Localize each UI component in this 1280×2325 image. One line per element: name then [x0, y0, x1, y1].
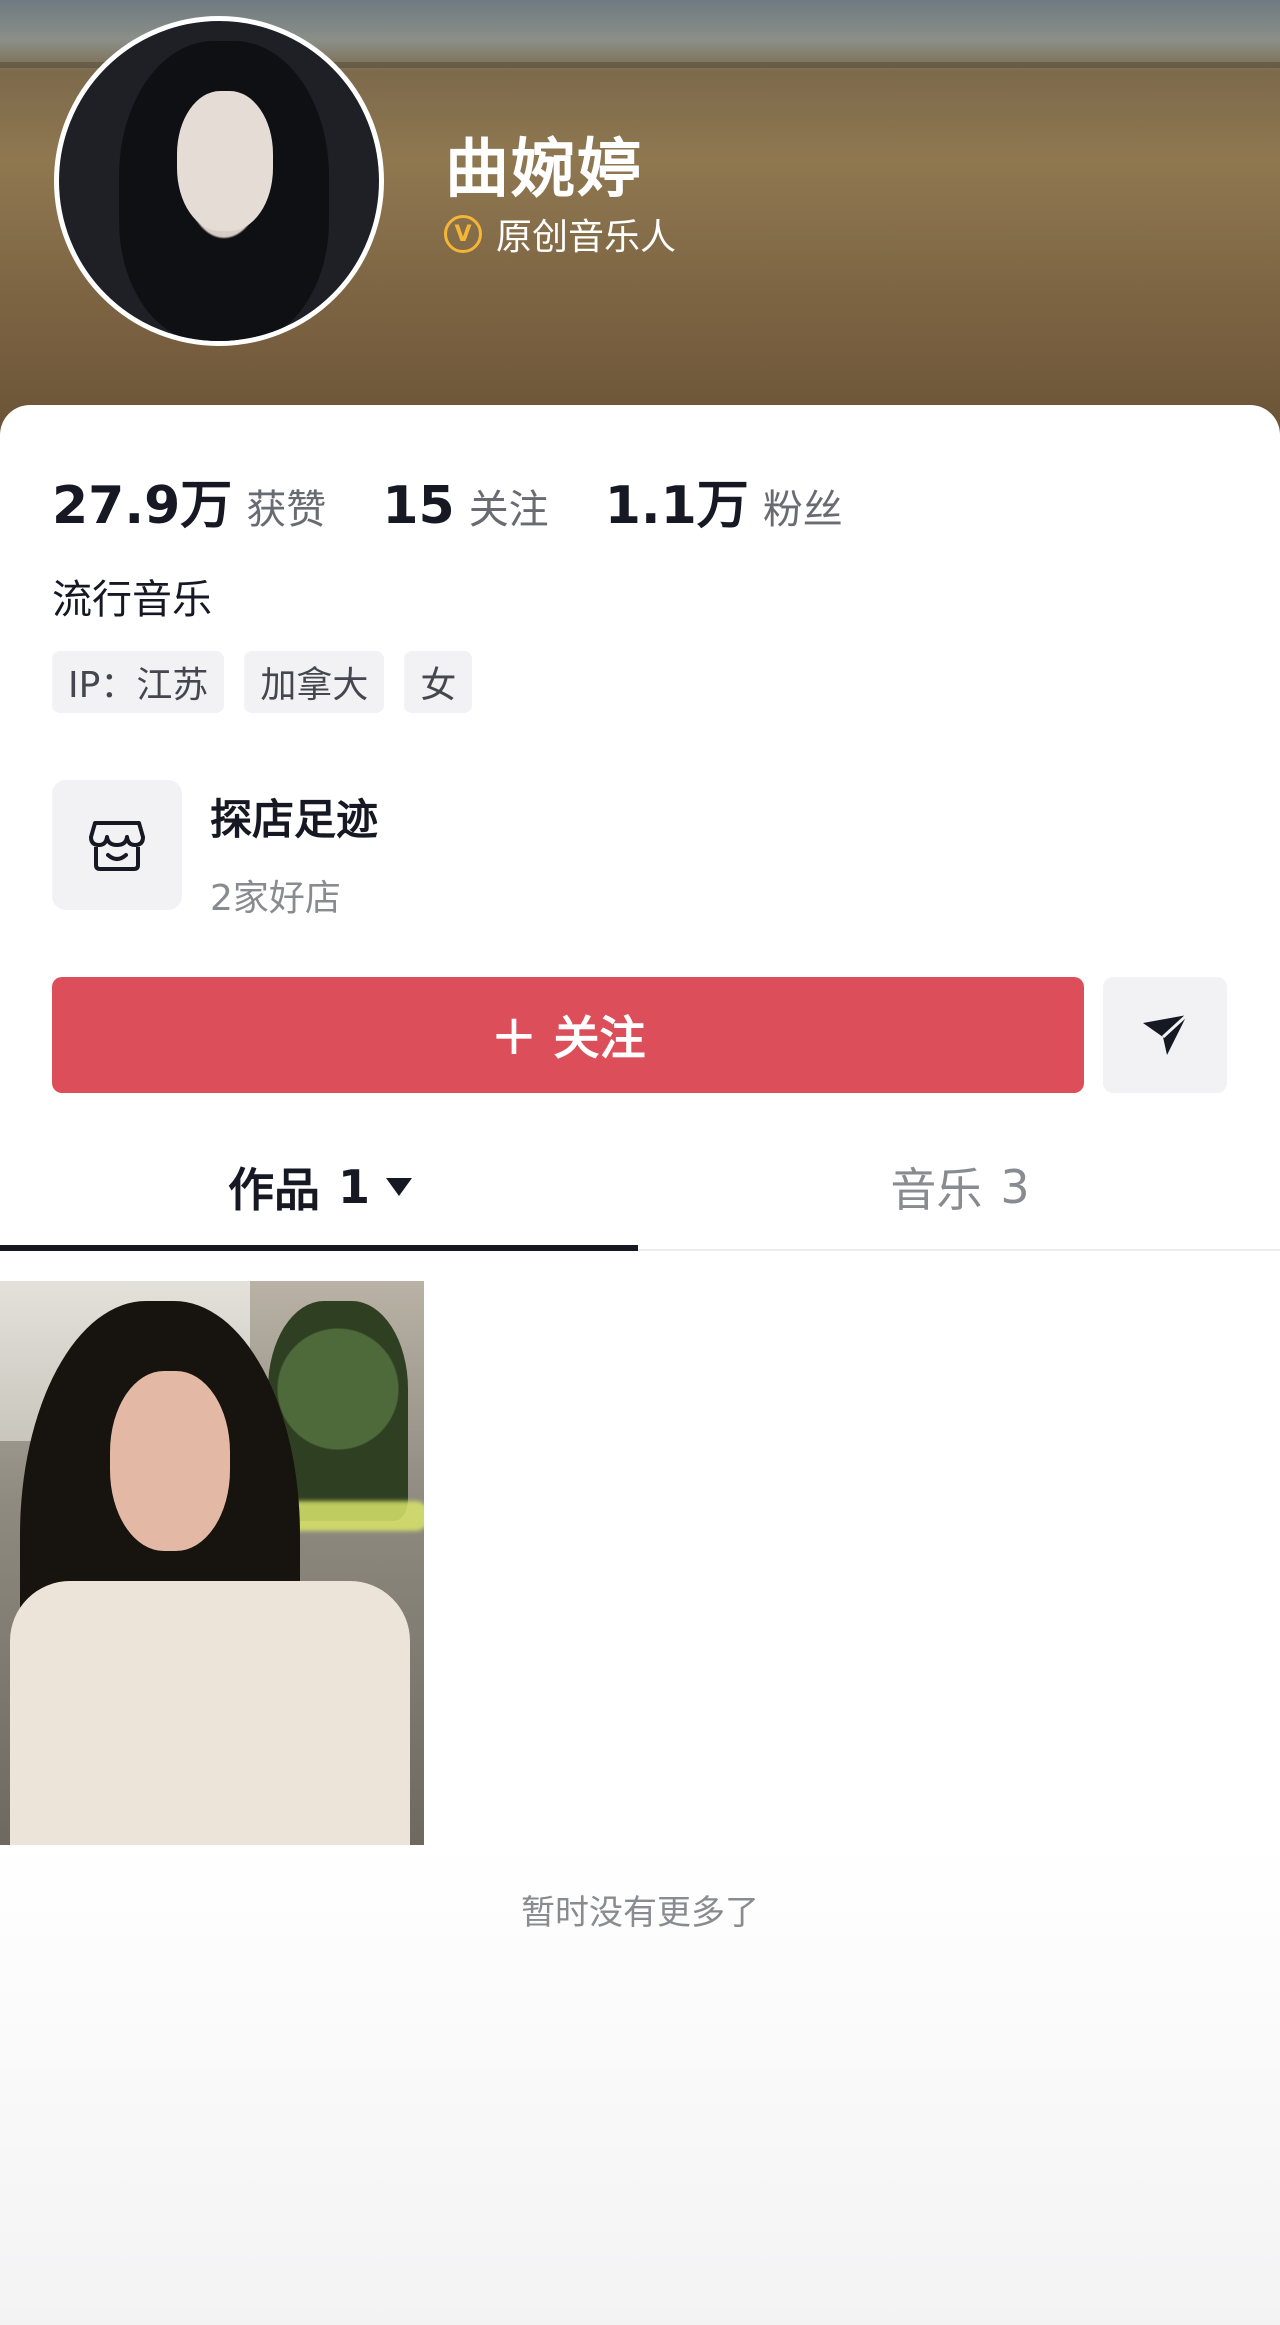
tab-music-label: 音乐	[890, 1163, 983, 1217]
profile-name: 曲婉婷	[445, 133, 643, 207]
tab-music[interactable]: 音乐 3	[640, 1125, 1280, 1249]
dropdown-caret-icon[interactable]	[386, 1178, 412, 1196]
tab-works-label: 作品	[227, 1163, 320, 1217]
store-icon	[52, 780, 182, 910]
verified-v-icon: V	[444, 215, 482, 253]
profile-card: 27.9万 获赞 15 关注 1.1万 粉丝 流行音乐 IP：江苏 加拿大 女 …	[0, 405, 1280, 2325]
avatar[interactable]	[54, 16, 384, 346]
verification-label: 原创音乐人	[496, 217, 677, 258]
stat-likes: 27.9万 获赞	[52, 463, 326, 538]
tag-country: 加拿大	[244, 651, 385, 713]
video-thumbnail[interactable]	[0, 1281, 424, 1845]
profile-bio: 流行音乐	[52, 577, 212, 623]
active-tab-indicator	[0, 1245, 638, 1251]
stat-likes-value: 27.9万	[52, 476, 233, 536]
content-tabs: 作品 1 音乐 3	[0, 1125, 1280, 1251]
shop-title: 探店足迹	[210, 795, 379, 844]
thumbnail-person-face	[110, 1371, 230, 1551]
stat-followers-label: 粉丝	[762, 487, 843, 533]
tag-ip-location: IP：江苏	[52, 651, 225, 713]
avatar-face	[177, 91, 273, 231]
share-button[interactable]	[1103, 977, 1227, 1093]
stat-followers-value: 1.1万	[604, 476, 749, 536]
stats-row: 27.9万 获赞 15 关注 1.1万 粉丝	[52, 463, 899, 538]
tab-works[interactable]: 作品 1	[0, 1125, 640, 1249]
stat-following[interactable]: 15 关注	[382, 476, 548, 536]
stat-likes-label: 获赞	[246, 487, 327, 533]
follow-button[interactable]: + 关注	[52, 977, 1084, 1093]
stat-following-value: 15	[382, 476, 455, 536]
tab-music-count: 3	[1000, 1160, 1030, 1214]
tag-gender: 女	[404, 651, 473, 713]
tab-works-count: 1	[337, 1160, 370, 1214]
shop-visits-entry[interactable]: 探店足迹 2家好店	[52, 780, 378, 921]
profile-tags: IP：江苏 加拿大 女	[52, 651, 492, 713]
stat-followers[interactable]: 1.1万 粉丝	[605, 463, 843, 538]
no-more-content-text: 暂时没有更多了	[521, 1893, 759, 1933]
follow-button-label: 关注	[553, 1011, 646, 1065]
stat-following-label: 关注	[468, 487, 549, 533]
share-send-icon	[1143, 1013, 1189, 1055]
thumbnail-person-sweater	[10, 1581, 410, 1845]
verification-row: V 原创音乐人	[444, 208, 676, 260]
plus-icon: +	[490, 1002, 538, 1068]
shop-subtitle: 2家好店	[210, 878, 341, 919]
